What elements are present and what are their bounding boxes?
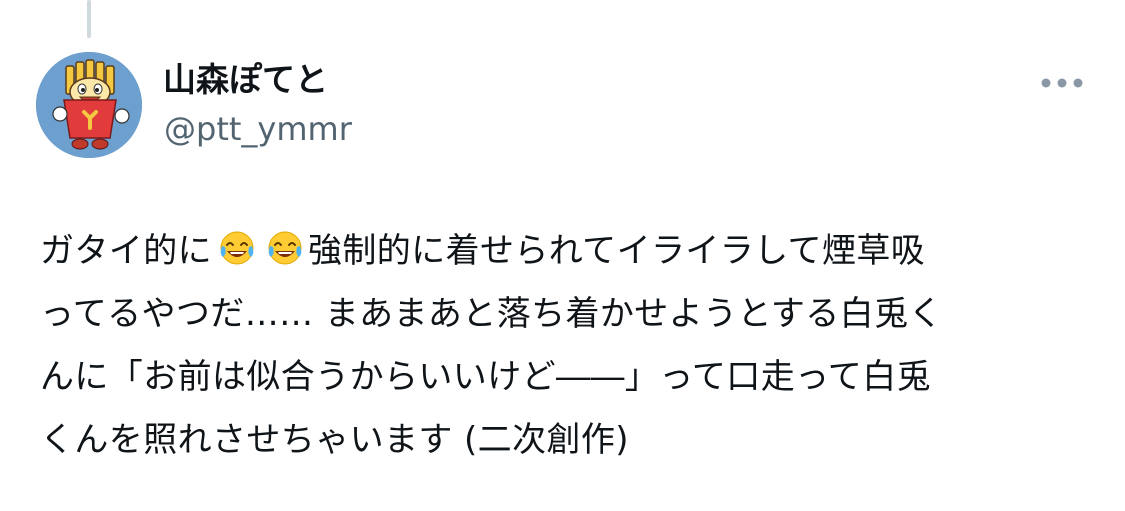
tweet-line-3: んに「お前は似合うからいいけど――」って口走って白兎	[40, 357, 931, 397]
more-options-button[interactable]	[1034, 66, 1090, 100]
face-with-tears-of-joy-emoji	[218, 230, 256, 268]
author-avatar[interactable]	[36, 52, 142, 158]
tweet-line-2: ってるやつだ…… まあまあと落ち着かせようとする白兎く	[40, 294, 943, 334]
face-with-tears-of-joy-emoji	[266, 230, 304, 268]
tweet-text-segment: 強制的に着せられてイライラして煙草吸	[308, 231, 926, 271]
thread-connector-line	[87, 0, 91, 38]
author-display-name[interactable]: 山森ぽてと	[163, 58, 328, 102]
more-horizontal-icon	[1041, 78, 1083, 88]
author-handle[interactable]: @ptt_ymmr	[164, 108, 352, 150]
tweet-line-4: くんを照れさせちゃいます (二次創作)	[40, 420, 629, 460]
fries-mascot-avatar	[36, 52, 142, 158]
tweet-line-1: ガタイ的に 強制的に着せられてイライラして煙草吸	[40, 220, 1090, 283]
tweet-text-segment: ガタイ的に	[40, 231, 212, 271]
tweet-body: ガタイ的に 強制的に着せられてイライラして煙草吸 ってるやつだ…… まあまあと落…	[40, 220, 1090, 472]
